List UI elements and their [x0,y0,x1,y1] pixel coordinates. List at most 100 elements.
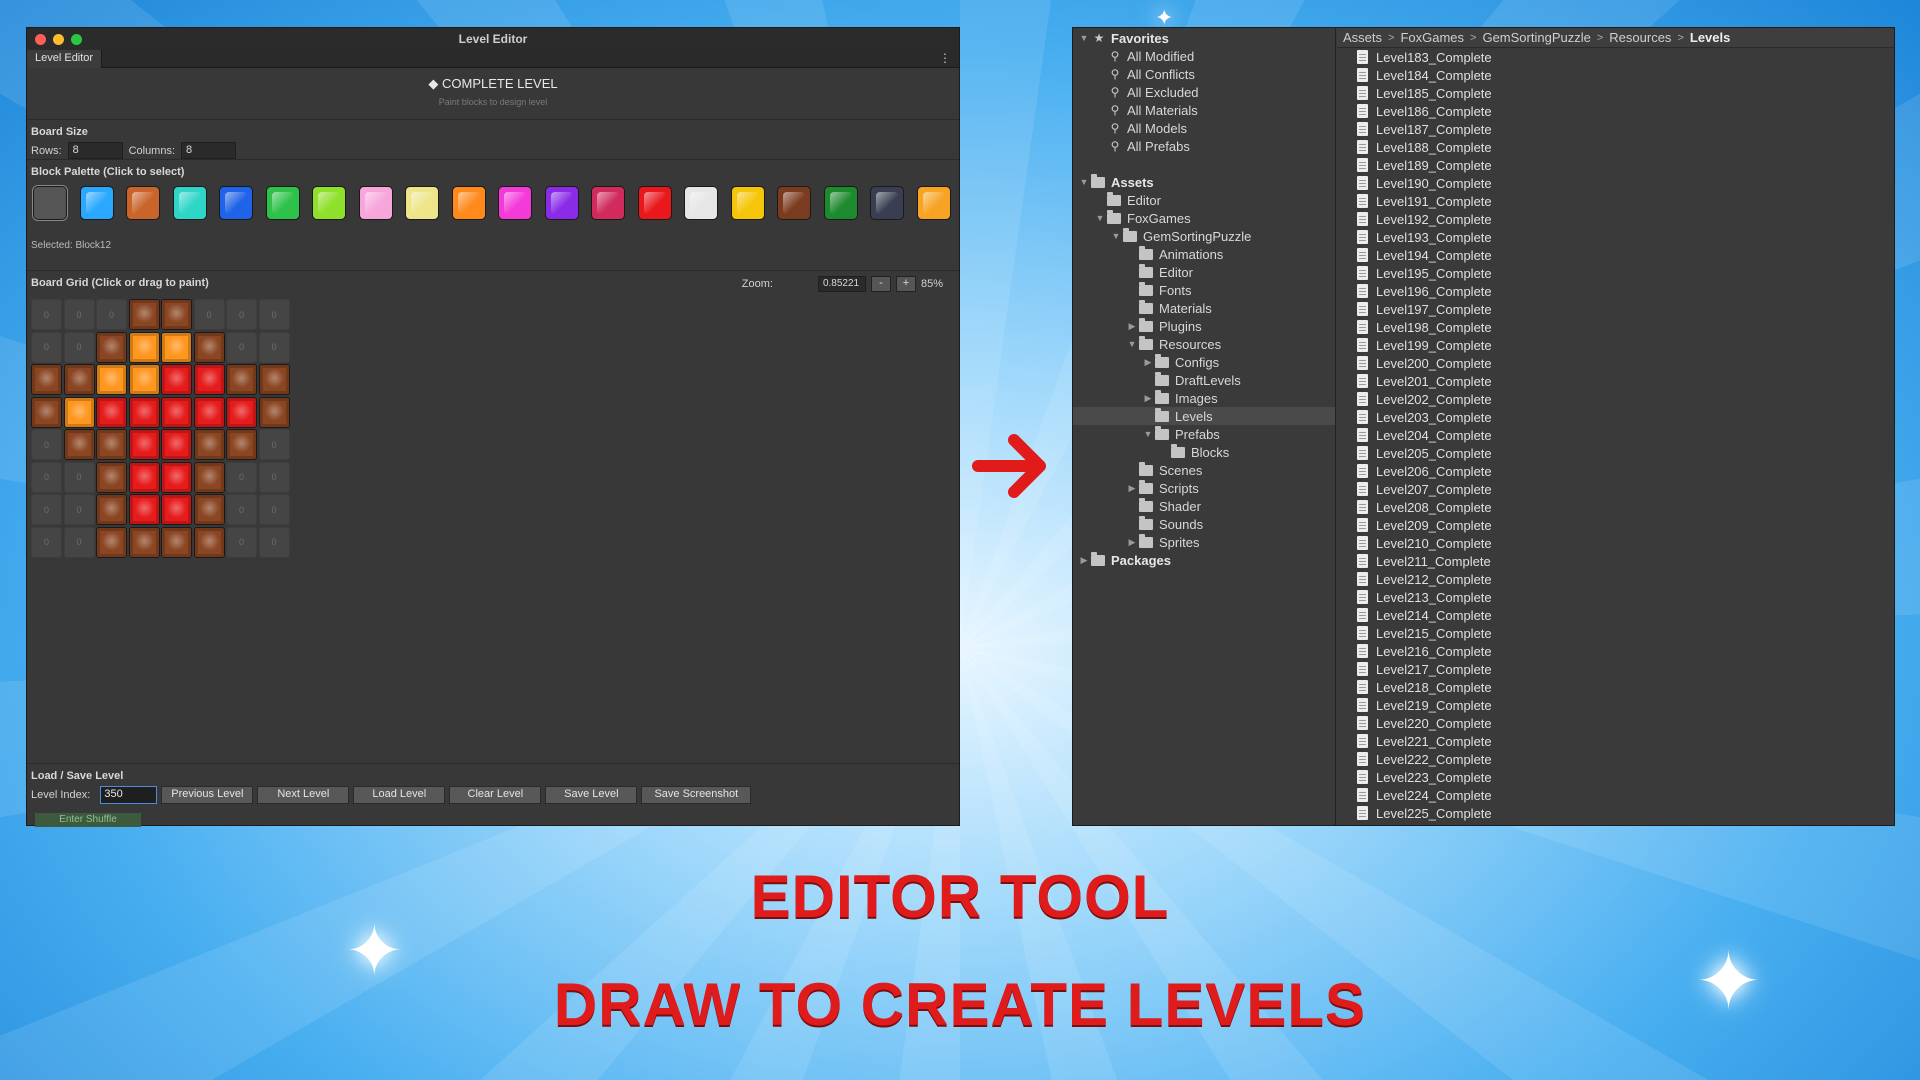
level-file-item[interactable]: Level197_Complete [1357,300,1492,318]
expand-arrow-icon[interactable]: ▶ [1077,555,1091,566]
tree-folder-item[interactable]: Levels [1073,407,1335,425]
level-file-item[interactable]: Level184_Complete [1357,66,1492,84]
grid-cell-block[interactable] [161,429,192,460]
level-file-item[interactable]: Level204_Complete [1357,426,1492,444]
grid-cell-block[interactable] [193,364,225,395]
maximize-button[interactable] [71,34,82,45]
breadcrumb-item[interactable]: Resources [1609,30,1671,45]
next-level-button[interactable]: Next Level [257,786,350,804]
grid-cell-block[interactable] [96,461,127,493]
tree-folder-item[interactable]: ▼ FoxGames [1073,209,1335,227]
tree-folder-item[interactable]: ▶ Sprites [1073,533,1335,551]
palette-swatch[interactable] [358,186,393,220]
grid-cell-block[interactable] [31,396,62,428]
breadcrumb-item[interactable]: GemSortingPuzzle [1482,30,1590,45]
favorite-item[interactable]: ⚲ All Prefabs [1073,137,1335,155]
tree-folder-item[interactable]: Fonts [1073,281,1335,299]
tree-folder-item[interactable]: ▶ Configs [1073,353,1335,371]
tree-folder-item[interactable]: Editor [1073,263,1335,281]
tree-folder-item[interactable]: ▼ GemSortingPuzzle [1073,227,1335,245]
expand-arrow-icon[interactable]: ▶ [1141,357,1155,368]
grid-cell-empty[interactable]: 0 [63,331,95,363]
favorite-item[interactable]: ⚲ All Excluded [1073,83,1335,101]
favorite-item[interactable]: ⚲ All Conflicts [1073,65,1335,83]
grid-cell-empty[interactable]: 0 [31,331,62,363]
tree-folder-item[interactable]: DraftLevels [1073,371,1335,389]
grid-cell-empty[interactable]: 0 [226,494,257,525]
expand-arrow-icon[interactable]: ▼ [1093,213,1107,223]
expand-arrow-icon[interactable]: ▼ [1077,177,1091,187]
grid-cell-empty[interactable]: 0 [258,331,290,363]
palette-swatch[interactable] [172,186,207,220]
palette-swatch[interactable] [219,186,253,220]
palette-swatch[interactable] [312,186,346,220]
level-file-item[interactable]: Level194_Complete [1357,246,1492,264]
grid-cell-empty[interactable]: 0 [258,494,290,525]
enter-shuffle-button[interactable]: Enter Shuffle [35,813,141,827]
tab-level-editor[interactable]: Level Editor [27,50,103,68]
grid-cell-empty[interactable]: 0 [31,494,62,525]
grid-cell-block[interactable] [193,494,225,525]
grid-cell-block[interactable] [161,364,192,395]
grid-cell-block[interactable] [161,396,192,428]
tree-folder-item[interactable]: Sounds [1073,515,1335,533]
grid-cell-empty[interactable]: 0 [226,526,257,558]
grid-cell-empty[interactable]: 0 [226,461,257,493]
grid-cell-empty[interactable]: 0 [63,461,95,493]
grid-cell-block[interactable] [161,526,192,558]
level-file-item[interactable]: Level186_Complete [1357,102,1492,120]
tree-folder-item[interactable]: ▼ Resources [1073,335,1335,353]
grid-cell-empty[interactable]: 0 [31,461,62,493]
level-file-item[interactable]: Level224_Complete [1357,786,1492,804]
tree-folder-item[interactable]: ▶ Plugins [1073,317,1335,335]
zoom-value-field[interactable]: 0.85221 [817,276,866,292]
expand-arrow-icon[interactable]: ▶ [1141,393,1155,404]
palette-swatch[interactable] [265,186,300,220]
zoom-out-button[interactable]: - [870,276,891,292]
level-file-item[interactable]: Level199_Complete [1357,336,1492,354]
expand-arrow-icon[interactable]: ▼ [1125,339,1139,349]
tree-folder-item[interactable]: Editor [1073,191,1335,209]
grid-cell-block[interactable] [161,331,192,363]
level-file-item[interactable]: Level213_Complete [1357,588,1492,606]
level-file-item[interactable]: Level198_Complete [1357,318,1492,336]
tree-folder-item[interactable]: Animations [1073,245,1335,263]
level-file-item[interactable]: Level201_Complete [1357,372,1492,390]
previous-level-button[interactable]: Previous Level [161,786,254,804]
palette-swatch[interactable] [637,186,672,220]
grid-cell-block[interactable] [128,494,160,525]
level-file-item[interactable]: Level210_Complete [1357,534,1492,552]
expand-arrow-icon[interactable]: ▼ [1109,231,1123,241]
breadcrumb-item[interactable]: Assets [1343,30,1382,45]
grid-cell-empty[interactable]: 0 [96,299,127,330]
level-file-item[interactable]: Level209_Complete [1357,516,1492,534]
grid-cell-block[interactable] [258,396,290,428]
level-file-item[interactable]: Level193_Complete [1357,228,1492,246]
palette-swatch[interactable] [823,186,858,220]
save-level-button[interactable]: Save Level [545,786,638,804]
palette-swatch[interactable] [79,186,114,220]
clear-level-button[interactable]: Clear Level [449,786,542,804]
level-file-item[interactable]: Level212_Complete [1357,570,1492,588]
level-file-item[interactable]: Level223_Complete [1357,768,1492,786]
grid-cell-block[interactable] [226,364,257,395]
grid-cell-block[interactable] [128,429,160,460]
favorite-item[interactable]: ⚲ All Models [1073,119,1335,137]
columns-field[interactable]: 8 [181,142,237,159]
level-file-item[interactable]: Level219_Complete [1357,696,1492,714]
favorite-item[interactable]: ⚲ All Materials [1073,101,1335,119]
grid-cell-block[interactable] [193,331,225,363]
level-file-item[interactable]: Level202_Complete [1357,390,1492,408]
level-file-item[interactable]: Level200_Complete [1357,354,1492,372]
close-button[interactable] [35,34,46,45]
tree-folder-item[interactable]: Scenes [1073,461,1335,479]
level-file-item[interactable]: Level205_Complete [1357,444,1492,462]
zoom-in-button[interactable]: + [895,276,916,292]
level-file-item[interactable]: Level217_Complete [1357,660,1492,678]
grid-cell-block[interactable] [96,396,127,428]
grid-cell-block[interactable] [226,396,257,428]
grid-cell-block[interactable] [128,299,160,330]
level-file-item[interactable]: Level203_Complete [1357,408,1492,426]
level-file-item[interactable]: Level221_Complete [1357,732,1492,750]
rows-field[interactable]: 8 [67,142,123,159]
